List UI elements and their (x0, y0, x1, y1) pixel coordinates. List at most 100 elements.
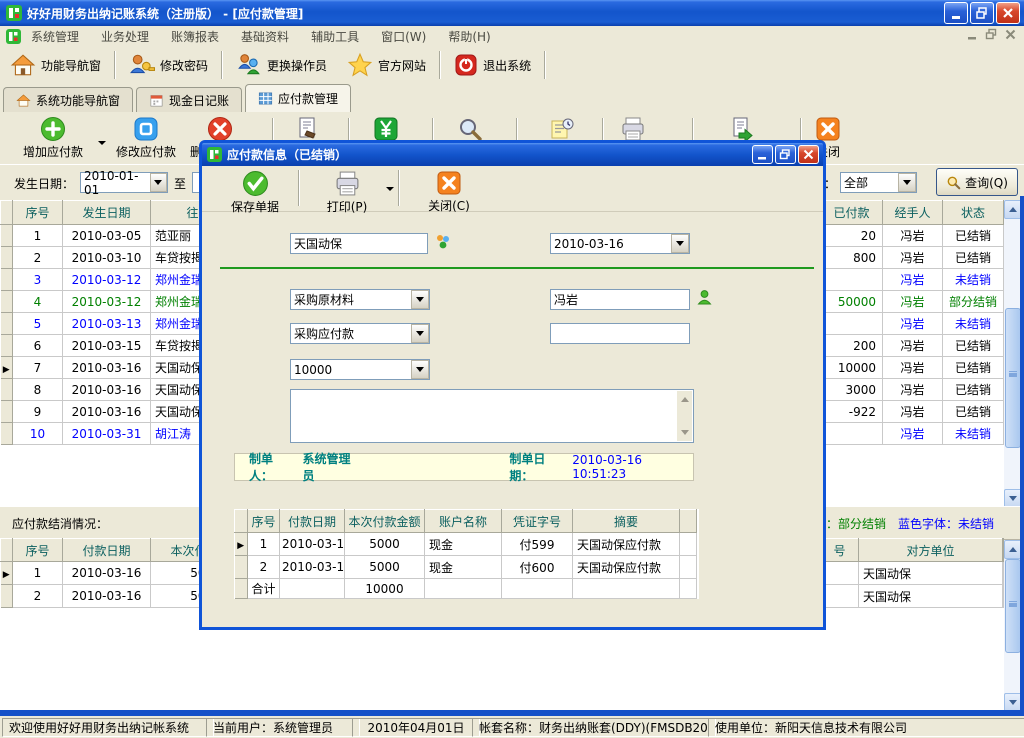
occur-date-combo[interactable]: 2010-03-16 (550, 233, 690, 254)
cell: 天国动保 (859, 585, 1003, 608)
col-header-amount[interactable]: 本次付款金额 (345, 510, 425, 533)
minimize-button[interactable] (944, 2, 968, 24)
status-combo[interactable]: 全部 (840, 172, 917, 193)
cell: 20 (821, 225, 883, 247)
mdi-close-button[interactable] (1003, 28, 1018, 44)
menu-item-help[interactable]: 帮助(H) (448, 28, 490, 45)
dialog-close-toolbar-button[interactable]: 关闭(C) (418, 167, 480, 214)
add-payable-button[interactable]: 增加应付款 (10, 114, 96, 160)
dropdown-button[interactable] (411, 360, 429, 379)
settlement-row[interactable]: 22010-03-165000现金付600天国动保应付款 (235, 556, 697, 579)
col-header-pay-date[interactable]: 付款日期 (63, 539, 151, 562)
change-password-button[interactable]: 修改密码 (119, 48, 218, 82)
col-header-paid[interactable]: 已付款 (821, 201, 883, 225)
dropdown-button[interactable] (150, 173, 167, 192)
settlement-row-selected[interactable]: 12010-03-165000现金付599天国动保应付款 (235, 533, 697, 556)
col-header-voucher[interactable]: 号 (821, 539, 859, 562)
person-icon[interactable] (696, 289, 713, 306)
scroll-thumb[interactable] (1005, 308, 1021, 448)
row-selector-header (1, 539, 13, 562)
settlement-header-row: 序号 付款日期 本次付款金额 账户名称 凭证字号 摘要 (235, 510, 697, 533)
tab-payables[interactable]: 应付款管理 (245, 84, 351, 112)
view-search-button[interactable] (450, 114, 490, 143)
tab-nav-window[interactable]: 系统功能导航窗 (3, 87, 133, 112)
cell: 3000 (821, 379, 883, 401)
col-header-status[interactable]: 状态 (943, 201, 1004, 225)
bottom-grid-scrollbar[interactable] (1004, 540, 1020, 710)
mdi-child-icon (6, 29, 21, 44)
exit-system-button[interactable]: 退出系统 (444, 49, 541, 81)
col-header-handler[interactable]: 经手人 (883, 201, 943, 225)
cell: 付600 (502, 556, 573, 579)
dropdown-button[interactable] (671, 234, 689, 253)
window-titlebar: 好好用财务出纳记账系统（注册版） - [应付款管理] (0, 0, 1024, 26)
dialog-titlebar[interactable]: 应付款信息（已结销） (202, 143, 823, 166)
house-icon (16, 93, 31, 108)
col-header-date[interactable]: 付款日期 (280, 510, 345, 533)
cell: -922 (821, 401, 883, 423)
summary-combo[interactable]: 采购原材料 (290, 289, 430, 310)
dialog-restore-button[interactable] (775, 145, 796, 164)
row-selector (1, 585, 13, 608)
col-header-account[interactable]: 账户名称 (425, 510, 502, 533)
menu-item-business[interactable]: 业务处理 (101, 28, 149, 45)
modify-payable-button[interactable]: 修改应付款 (106, 114, 186, 160)
save-document-button[interactable]: 保存单据 (222, 167, 288, 215)
print-dropdown-caret[interactable] (386, 187, 394, 195)
vendor-lookup-icon[interactable] (434, 233, 452, 251)
cell: 5000 (345, 556, 425, 579)
dialog-close-button[interactable] (798, 145, 819, 164)
dropdown-button[interactable] (411, 290, 429, 309)
col-header-counterpart[interactable]: 对方单位 (859, 539, 1003, 562)
menu-item-system[interactable]: 系统管理 (31, 28, 79, 45)
toolbar-separator (298, 170, 300, 206)
dropdown-button[interactable] (411, 324, 429, 343)
col-header-date[interactable]: 发生日期 (63, 201, 151, 225)
nav-window-button[interactable]: 功能导航窗 (0, 48, 111, 82)
bottom-panel-title: 应付款结消情况： (12, 515, 108, 532)
settle-payment-button[interactable] (366, 114, 406, 143)
vendor-input[interactable]: 天国动保 (290, 233, 428, 254)
menu-item-window[interactable]: 窗口(W) (381, 28, 426, 45)
col-header-seq[interactable]: 序号 (248, 510, 280, 533)
handler-input[interactable]: 冯岩 (550, 289, 690, 310)
col-header-summary[interactable]: 摘要 (573, 510, 680, 533)
menu-item-reports[interactable]: 账簿报表 (171, 28, 219, 45)
col-header-seq[interactable]: 序号 (13, 201, 63, 225)
memo-button[interactable] (542, 114, 582, 143)
menu-item-tools[interactable]: 辅助工具 (311, 28, 359, 45)
payable-type-combo[interactable]: 采购应付款 (290, 323, 430, 344)
cell: 冯岩 (883, 291, 943, 313)
cell: 已结销 (943, 379, 1004, 401)
mdi-minimize-button[interactable] (965, 28, 980, 44)
main-grid-scrollbar[interactable] (1004, 200, 1020, 506)
menu-item-basedata[interactable]: 基础资料 (241, 28, 289, 45)
query-button[interactable]: 查询(Q) (936, 168, 1018, 196)
status-company: 使用单位：新阳天信息技术有限公司 (708, 718, 1024, 737)
payable-amount-combo[interactable]: 10000 (290, 359, 430, 380)
cell: 现金 (425, 556, 502, 579)
settlement-total-row: 合计10000 (235, 579, 697, 599)
textarea-scrollbar[interactable] (677, 391, 692, 441)
tab-cash-journal[interactable]: 现金日记账 (136, 87, 242, 112)
add-dropdown-caret[interactable] (98, 141, 106, 149)
print-list-button[interactable] (613, 114, 653, 143)
register-document-button[interactable] (288, 114, 328, 143)
scroll-thumb[interactable] (1005, 559, 1021, 653)
date-from-combo[interactable]: 2010-01-01 (80, 172, 168, 193)
switch-operator-button[interactable]: 更换操作员 (226, 48, 337, 82)
col-header-voucher[interactable]: 凭证字号 (502, 510, 573, 533)
export-button[interactable] (722, 114, 762, 143)
print-button[interactable]: 打印(P) (314, 167, 380, 215)
note-textarea[interactable] (290, 389, 694, 443)
cell: 2010-03-12 (63, 269, 151, 291)
close-button[interactable] (996, 2, 1020, 24)
dropdown-button[interactable] (898, 173, 916, 192)
mdi-restore-button[interactable] (984, 28, 999, 44)
official-website-button[interactable]: 官方网站 (337, 48, 436, 82)
col-header-seq[interactable]: 序号 (13, 539, 63, 562)
dialog-minimize-button[interactable] (752, 145, 773, 164)
ref-number-input[interactable] (550, 323, 690, 344)
toolbar-separator (544, 51, 546, 79)
restore-button[interactable] (970, 2, 994, 24)
